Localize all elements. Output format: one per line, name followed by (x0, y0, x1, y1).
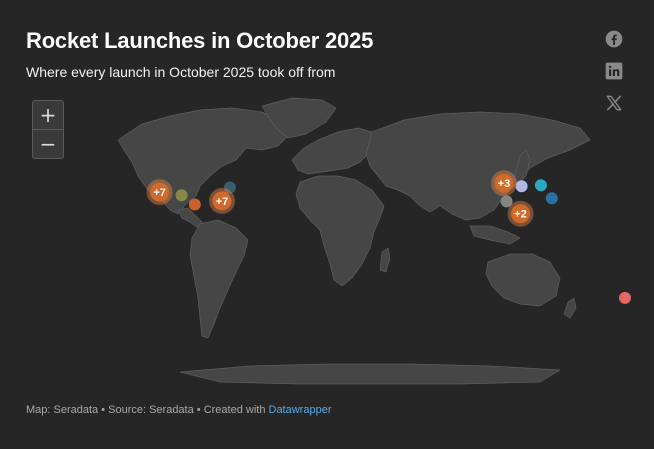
launch-cluster[interactable]: +2 (507, 200, 534, 227)
footer-source: Map: Seradata • Source: Seradata • Creat… (26, 404, 269, 416)
landmasses (117, 97, 591, 385)
facebook-icon (605, 30, 623, 48)
landmass-europe (291, 127, 377, 175)
page-title: Rocket Launches in October 2025 (26, 28, 374, 53)
footer-credits: Map: Seradata • Source: Seradata • Creat… (26, 404, 331, 416)
datawrapper-link[interactable]: Datawrapper (269, 404, 332, 416)
launch-cluster[interactable]: +7 (209, 187, 235, 214)
world-map[interactable]: +7 +7 +3 +2 (0, 90, 654, 390)
cluster-count-label: +2 (514, 209, 527, 221)
landmass-indonesia (469, 225, 521, 245)
landmass-asia (365, 111, 591, 221)
launch-cluster[interactable]: +3 (491, 170, 517, 197)
launch-site-marker[interactable] (534, 179, 547, 192)
landmass-south-america (189, 219, 249, 339)
cluster-count-label: +7 (216, 196, 229, 208)
launch-site-marker[interactable] (515, 180, 528, 193)
cluster-count-label: +3 (498, 178, 511, 190)
landmass-madagascar (379, 247, 391, 273)
linkedin-icon (605, 62, 623, 80)
facebook-share-button[interactable] (603, 28, 625, 50)
landmass-antarctica (179, 363, 561, 385)
landmass-africa (295, 175, 385, 287)
launch-site-marker[interactable] (619, 291, 631, 304)
landmass-australia (485, 253, 561, 307)
landmass-new-zealand (563, 297, 577, 319)
launch-cluster[interactable]: +7 (146, 179, 173, 206)
landmass-north-america (117, 107, 291, 215)
launch-site-marker[interactable] (188, 198, 201, 211)
cluster-count-label: +7 (153, 187, 166, 199)
launch-site-marker[interactable] (175, 189, 188, 202)
launch-site-marker[interactable] (545, 192, 558, 205)
linkedin-share-button[interactable] (603, 60, 625, 82)
page-subtitle: Where every launch in October 2025 took … (26, 64, 336, 80)
